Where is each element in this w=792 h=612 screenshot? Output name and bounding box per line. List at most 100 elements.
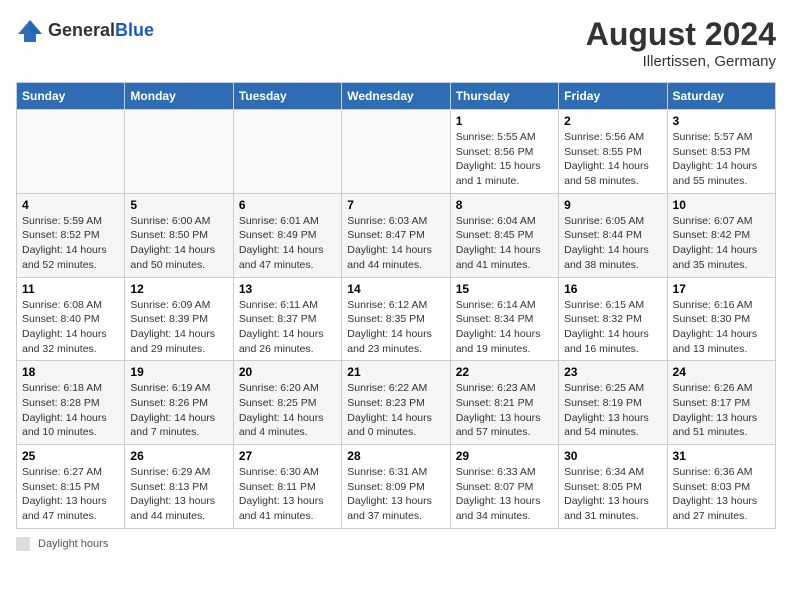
day-info: Sunrise: 6:30 AMSunset: 8:11 PMDaylight:… — [239, 466, 324, 522]
day-number: 2 — [564, 114, 661, 128]
table-row: 9 Sunrise: 6:05 AMSunset: 8:44 PMDayligh… — [559, 193, 667, 277]
day-info: Sunrise: 6:25 AMSunset: 8:19 PMDaylight:… — [564, 382, 649, 438]
day-number: 31 — [673, 449, 770, 463]
day-number: 13 — [239, 282, 336, 296]
calendar-week-row: 1 Sunrise: 5:55 AMSunset: 8:56 PMDayligh… — [17, 110, 776, 194]
day-number: 3 — [673, 114, 770, 128]
day-info: Sunrise: 6:03 AMSunset: 8:47 PMDaylight:… — [347, 215, 432, 271]
calendar-week-row: 11 Sunrise: 6:08 AMSunset: 8:40 PMDaylig… — [17, 277, 776, 361]
col-saturday: Saturday — [667, 83, 775, 110]
day-info: Sunrise: 6:05 AMSunset: 8:44 PMDaylight:… — [564, 215, 649, 271]
day-number: 30 — [564, 449, 661, 463]
col-tuesday: Tuesday — [233, 83, 341, 110]
day-info: Sunrise: 5:56 AMSunset: 8:55 PMDaylight:… — [564, 131, 649, 187]
table-row: 1 Sunrise: 5:55 AMSunset: 8:56 PMDayligh… — [450, 110, 558, 194]
day-info: Sunrise: 6:16 AMSunset: 8:30 PMDaylight:… — [673, 299, 758, 355]
logo-icon — [16, 16, 44, 44]
day-number: 10 — [673, 198, 770, 212]
day-info: Sunrise: 6:23 AMSunset: 8:21 PMDaylight:… — [456, 382, 541, 438]
table-row — [17, 110, 125, 194]
table-row: 5 Sunrise: 6:00 AMSunset: 8:50 PMDayligh… — [125, 193, 233, 277]
table-row: 14 Sunrise: 6:12 AMSunset: 8:35 PMDaylig… — [342, 277, 450, 361]
calendar-week-row: 25 Sunrise: 6:27 AMSunset: 8:15 PMDaylig… — [17, 445, 776, 529]
day-info: Sunrise: 5:55 AMSunset: 8:56 PMDaylight:… — [456, 131, 541, 187]
day-number: 14 — [347, 282, 444, 296]
day-number: 25 — [22, 449, 119, 463]
day-info: Sunrise: 6:01 AMSunset: 8:49 PMDaylight:… — [239, 215, 324, 271]
table-row: 4 Sunrise: 5:59 AMSunset: 8:52 PMDayligh… — [17, 193, 125, 277]
table-row: 7 Sunrise: 6:03 AMSunset: 8:47 PMDayligh… — [342, 193, 450, 277]
day-number: 24 — [673, 365, 770, 379]
calendar-header-row: Sunday Monday Tuesday Wednesday Thursday… — [17, 83, 776, 110]
day-number: 18 — [22, 365, 119, 379]
table-row: 17 Sunrise: 6:16 AMSunset: 8:30 PMDaylig… — [667, 277, 775, 361]
day-info: Sunrise: 6:08 AMSunset: 8:40 PMDaylight:… — [22, 299, 107, 355]
day-number: 5 — [130, 198, 227, 212]
day-number: 29 — [456, 449, 553, 463]
day-info: Sunrise: 6:00 AMSunset: 8:50 PMDaylight:… — [130, 215, 215, 271]
day-info: Sunrise: 6:19 AMSunset: 8:26 PMDaylight:… — [130, 382, 215, 438]
table-row: 28 Sunrise: 6:31 AMSunset: 8:09 PMDaylig… — [342, 445, 450, 529]
day-info: Sunrise: 6:31 AMSunset: 8:09 PMDaylight:… — [347, 466, 432, 522]
table-row: 11 Sunrise: 6:08 AMSunset: 8:40 PMDaylig… — [17, 277, 125, 361]
table-row: 12 Sunrise: 6:09 AMSunset: 8:39 PMDaylig… — [125, 277, 233, 361]
day-info: Sunrise: 6:36 AMSunset: 8:03 PMDaylight:… — [673, 466, 758, 522]
table-row: 3 Sunrise: 5:57 AMSunset: 8:53 PMDayligh… — [667, 110, 775, 194]
table-row: 8 Sunrise: 6:04 AMSunset: 8:45 PMDayligh… — [450, 193, 558, 277]
day-number: 23 — [564, 365, 661, 379]
table-row — [125, 110, 233, 194]
table-row: 6 Sunrise: 6:01 AMSunset: 8:49 PMDayligh… — [233, 193, 341, 277]
day-info: Sunrise: 5:59 AMSunset: 8:52 PMDaylight:… — [22, 215, 107, 271]
table-row: 29 Sunrise: 6:33 AMSunset: 8:07 PMDaylig… — [450, 445, 558, 529]
table-row: 2 Sunrise: 5:56 AMSunset: 8:55 PMDayligh… — [559, 110, 667, 194]
day-number: 19 — [130, 365, 227, 379]
logo-blue-text: Blue — [115, 20, 154, 40]
day-info: Sunrise: 6:33 AMSunset: 8:07 PMDaylight:… — [456, 466, 541, 522]
day-info: Sunrise: 6:27 AMSunset: 8:15 PMDaylight:… — [22, 466, 107, 522]
table-row: 30 Sunrise: 6:34 AMSunset: 8:05 PMDaylig… — [559, 445, 667, 529]
day-info: Sunrise: 6:12 AMSunset: 8:35 PMDaylight:… — [347, 299, 432, 355]
day-info: Sunrise: 6:15 AMSunset: 8:32 PMDaylight:… — [564, 299, 649, 355]
table-row: 24 Sunrise: 6:26 AMSunset: 8:17 PMDaylig… — [667, 361, 775, 445]
table-row: 13 Sunrise: 6:11 AMSunset: 8:37 PMDaylig… — [233, 277, 341, 361]
col-thursday: Thursday — [450, 83, 558, 110]
day-number: 6 — [239, 198, 336, 212]
day-number: 7 — [347, 198, 444, 212]
table-row: 10 Sunrise: 6:07 AMSunset: 8:42 PMDaylig… — [667, 193, 775, 277]
month-year: August 2024 — [586, 16, 776, 53]
day-number: 12 — [130, 282, 227, 296]
day-number: 27 — [239, 449, 336, 463]
day-info: Sunrise: 6:09 AMSunset: 8:39 PMDaylight:… — [130, 299, 215, 355]
logo-general-text: General — [48, 20, 115, 40]
day-number: 9 — [564, 198, 661, 212]
day-number: 17 — [673, 282, 770, 296]
day-info: Sunrise: 6:07 AMSunset: 8:42 PMDaylight:… — [673, 215, 758, 271]
day-number: 11 — [22, 282, 119, 296]
table-row: 25 Sunrise: 6:27 AMSunset: 8:15 PMDaylig… — [17, 445, 125, 529]
calendar-table: Sunday Monday Tuesday Wednesday Thursday… — [16, 82, 776, 529]
calendar-week-row: 4 Sunrise: 5:59 AMSunset: 8:52 PMDayligh… — [17, 193, 776, 277]
table-row: 31 Sunrise: 6:36 AMSunset: 8:03 PMDaylig… — [667, 445, 775, 529]
table-row: 16 Sunrise: 6:15 AMSunset: 8:32 PMDaylig… — [559, 277, 667, 361]
day-info: Sunrise: 6:14 AMSunset: 8:34 PMDaylight:… — [456, 299, 541, 355]
day-info: Sunrise: 6:04 AMSunset: 8:45 PMDaylight:… — [456, 215, 541, 271]
day-number: 22 — [456, 365, 553, 379]
col-wednesday: Wednesday — [342, 83, 450, 110]
day-number: 4 — [22, 198, 119, 212]
day-number: 1 — [456, 114, 553, 128]
col-sunday: Sunday — [17, 83, 125, 110]
day-number: 16 — [564, 282, 661, 296]
table-row: 27 Sunrise: 6:30 AMSunset: 8:11 PMDaylig… — [233, 445, 341, 529]
day-info: Sunrise: 6:26 AMSunset: 8:17 PMDaylight:… — [673, 382, 758, 438]
day-number: 20 — [239, 365, 336, 379]
title-area: August 2024 Illertissen, Germany — [586, 16, 776, 70]
table-row: 18 Sunrise: 6:18 AMSunset: 8:28 PMDaylig… — [17, 361, 125, 445]
day-info: Sunrise: 6:18 AMSunset: 8:28 PMDaylight:… — [22, 382, 107, 438]
table-row: 22 Sunrise: 6:23 AMSunset: 8:21 PMDaylig… — [450, 361, 558, 445]
day-number: 26 — [130, 449, 227, 463]
table-row: 21 Sunrise: 6:22 AMSunset: 8:23 PMDaylig… — [342, 361, 450, 445]
day-info: Sunrise: 6:20 AMSunset: 8:25 PMDaylight:… — [239, 382, 324, 438]
legend-box — [16, 537, 30, 551]
col-friday: Friday — [559, 83, 667, 110]
logo: GeneralBlue — [16, 16, 154, 44]
